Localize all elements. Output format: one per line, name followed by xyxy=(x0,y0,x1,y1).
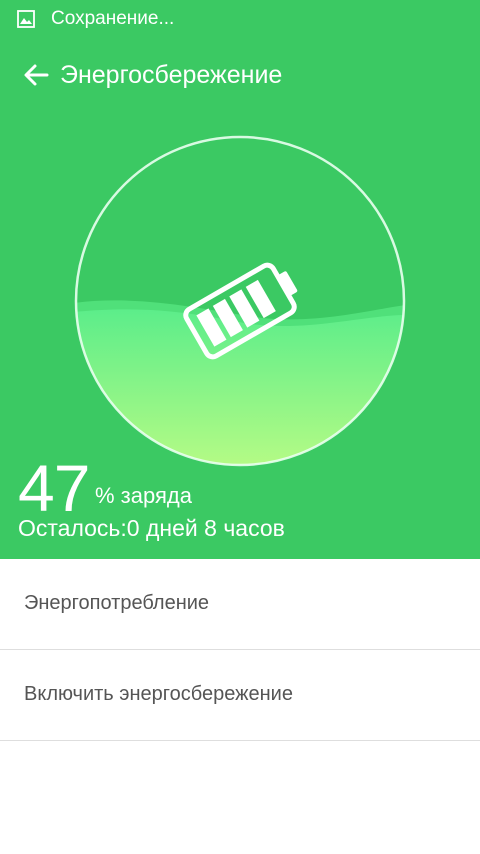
battery-header-panel: Сохранение... Энергосбережение 47 % заря… xyxy=(0,0,480,559)
image-icon xyxy=(17,10,35,28)
charge-percent-label: % заряда xyxy=(95,483,192,508)
liquid-front-wave xyxy=(76,309,404,465)
charge-percent-value: 47 xyxy=(18,451,90,525)
status-bar: Сохранение... xyxy=(0,0,480,38)
list-item-label: Включить энергосбережение xyxy=(24,683,293,705)
status-text: Сохранение... xyxy=(51,8,175,29)
app-bar: Энергосбережение xyxy=(0,50,480,100)
list-item-power-consumption[interactable]: Энергопотребление xyxy=(0,559,480,650)
settings-list: Энергопотребление Включить энергосбереже… xyxy=(0,559,480,741)
time-remaining: Осталось:0 дней 8 часов xyxy=(18,515,285,541)
list-item-enable-power-saving[interactable]: Включить энергосбережение xyxy=(0,650,480,741)
power-saving-screen: Сохранение... Энергосбережение 47 % заря… xyxy=(0,0,480,854)
list-item-label: Энергопотребление xyxy=(24,592,210,614)
page-title: Энергосбережение xyxy=(60,61,283,89)
battery-gauge xyxy=(74,135,406,467)
back-arrow-icon[interactable] xyxy=(20,59,52,91)
